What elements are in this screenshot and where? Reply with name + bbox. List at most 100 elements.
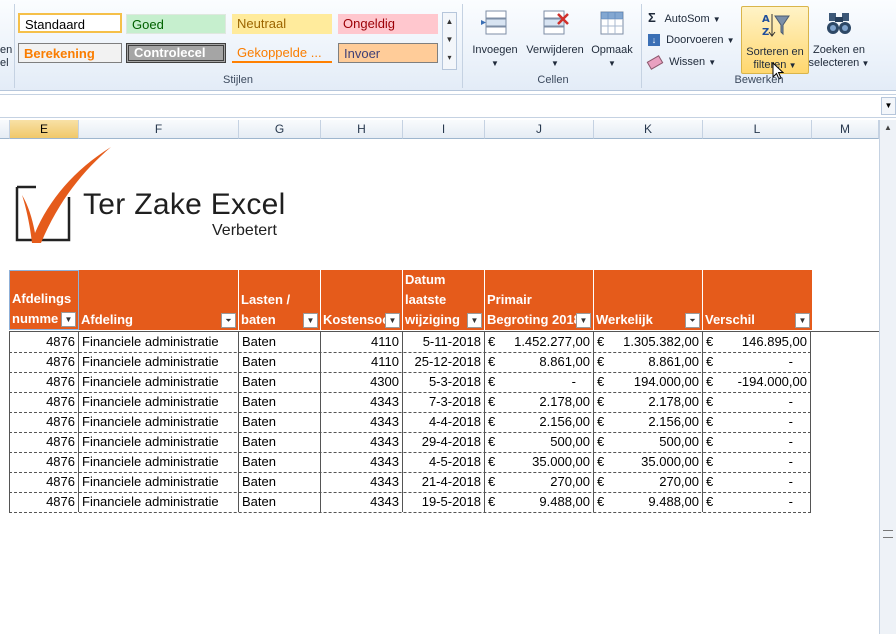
style-invoer[interactable]: Invoer	[338, 43, 438, 63]
cell-kostensoort[interactable]: 4110	[321, 332, 403, 352]
cell-datum[interactable]: 19-5-2018	[403, 492, 485, 512]
cell-begroting[interactable]: €500,00	[485, 432, 594, 452]
cell-verschil[interactable]: € -	[703, 452, 811, 472]
formula-bar[interactable]: ▼	[0, 94, 896, 118]
style-gekoppelde-cel[interactable]: Gekoppelde ...	[232, 43, 332, 63]
column-header-f[interactable]: F	[79, 120, 239, 139]
cell-lasten-baten[interactable]: Baten	[239, 372, 321, 392]
select-all-corner[interactable]	[0, 120, 10, 139]
cell-werkelijk[interactable]: €9.488,00	[594, 492, 703, 512]
cell-afdelingsnummer[interactable]: 4876	[9, 352, 79, 372]
cell-verschil[interactable]: €146.895,00	[703, 332, 811, 352]
chevron-down-icon[interactable]: ▼	[727, 36, 735, 45]
filter-dropdown-icon[interactable]: ▼	[385, 313, 400, 328]
cell-afdeling[interactable]: Financiele administratie	[79, 372, 239, 392]
cell-verschil[interactable]: € -	[703, 492, 811, 512]
cell-afdelingsnummer[interactable]: 4876	[9, 432, 79, 452]
cell-lasten-baten[interactable]: Baten	[239, 332, 321, 352]
cell-verschil[interactable]: € -	[703, 392, 811, 412]
chevron-down-icon[interactable]: ▼	[713, 15, 721, 24]
column-header-i[interactable]: I	[403, 120, 485, 139]
cell-werkelijk[interactable]: €35.000,00	[594, 452, 703, 472]
zoeken-selecteren-button[interactable]: Zoeken en selecteren ▼	[808, 8, 870, 70]
cell-werkelijk[interactable]: €270,00	[594, 472, 703, 492]
style-neutraal[interactable]: Neutraal	[232, 14, 332, 34]
chevron-down-icon[interactable]: ▼	[708, 58, 716, 67]
cell-verschil[interactable]: € -	[703, 412, 811, 432]
style-berekening[interactable]: Berekening	[18, 43, 122, 63]
cell-datum[interactable]: 25-12-2018	[403, 352, 485, 372]
column-header-l[interactable]: L	[703, 120, 812, 139]
column-header-k[interactable]: K	[594, 120, 703, 139]
cell-afdeling[interactable]: Financiele administratie	[79, 412, 239, 432]
cell-afdelingsnummer[interactable]: 4876	[9, 452, 79, 472]
cell-werkelijk[interactable]: €8.861,00	[594, 352, 703, 372]
column-header-e[interactable]: E	[10, 120, 79, 139]
cell-lasten-baten[interactable]: Baten	[239, 472, 321, 492]
cell-afdeling[interactable]: Financiele administratie	[79, 452, 239, 472]
cell-afdelingsnummer[interactable]: 4876	[9, 372, 79, 392]
cell-lasten-baten[interactable]: Baten	[239, 392, 321, 412]
cell-werkelijk[interactable]: €2.156,00	[594, 412, 703, 432]
style-ongeldig[interactable]: Ongeldig	[338, 14, 438, 34]
cell-datum[interactable]: 21-4-2018	[403, 472, 485, 492]
cell-lasten-baten[interactable]: Baten	[239, 492, 321, 512]
filter-dropdown-icon[interactable]: ▼	[576, 313, 591, 328]
cell-begroting[interactable]: €8.861,00	[485, 352, 594, 372]
cell-kostensoort[interactable]: 4300	[321, 372, 403, 392]
gallery-more-icon[interactable]: ▾	[443, 49, 456, 67]
filter-active-icon[interactable]: ⏷	[685, 313, 700, 328]
cell-begroting[interactable]: €2.178,00	[485, 392, 594, 412]
cell-afdelingsnummer[interactable]: 4876	[9, 472, 79, 492]
gallery-up-icon[interactable]: ▲	[443, 13, 456, 31]
filter-dropdown-icon[interactable]: ▼	[467, 313, 482, 328]
cell-begroting[interactable]: €35.000,00	[485, 452, 594, 472]
opmaak-button[interactable]: Opmaak ▼	[589, 8, 635, 70]
cell-datum[interactable]: 5-3-2018	[403, 372, 485, 392]
cell-kostensoort[interactable]: 4110	[321, 352, 403, 372]
filter-dropdown-icon[interactable]: ▼	[61, 312, 76, 327]
column-header-j[interactable]: J	[485, 120, 594, 139]
cell-afdelingsnummer[interactable]: 4876	[9, 392, 79, 412]
cell-begroting[interactable]: €9.488,00	[485, 492, 594, 512]
cell-afdelingsnummer[interactable]: 4876	[9, 492, 79, 512]
cell-datum[interactable]: 5-11-2018	[403, 332, 485, 352]
cell-afdeling[interactable]: Financiele administratie	[79, 492, 239, 512]
filter-dropdown-icon[interactable]: ▼	[795, 313, 810, 328]
cell-afdeling[interactable]: Financiele administratie	[79, 352, 239, 372]
cell-verschil[interactable]: € -	[703, 432, 811, 452]
split-handle-icon[interactable]	[883, 530, 893, 538]
cell-begroting[interactable]: €270,00	[485, 472, 594, 492]
style-goed[interactable]: Goed	[126, 14, 226, 34]
cell-werkelijk[interactable]: €2.178,00	[594, 392, 703, 412]
cell-lasten-baten[interactable]: Baten	[239, 352, 321, 372]
invoegen-button[interactable]: Invoegen ▼	[469, 8, 521, 70]
cell-begroting[interactable]: €1.452.277,00	[485, 332, 594, 352]
formula-bar-expand-icon[interactable]: ▼	[881, 97, 896, 115]
cell-lasten-baten[interactable]: Baten	[239, 412, 321, 432]
cell-afdeling[interactable]: Financiele administratie	[79, 332, 239, 352]
scroll-up-icon[interactable]: ▲	[880, 120, 896, 136]
cell-afdelingsnummer[interactable]: 4876	[9, 412, 79, 432]
cell-datum[interactable]: 4-4-2018	[403, 412, 485, 432]
cell-werkelijk[interactable]: €1.305.382,00	[594, 332, 703, 352]
cell-verschil[interactable]: € -	[703, 472, 811, 492]
cell-datum[interactable]: 7-3-2018	[403, 392, 485, 412]
cell-kostensoort[interactable]: 4343	[321, 412, 403, 432]
cell-kostensoort[interactable]: 4343	[321, 452, 403, 472]
cell-begroting[interactable]: € -	[485, 372, 594, 392]
cell-verschil[interactable]: € -	[703, 352, 811, 372]
ribbon-cutoff-button[interactable]: en el	[0, 44, 12, 70]
cell-verschil[interactable]: € -194.000,00	[703, 372, 811, 392]
cell-begroting[interactable]: €2.156,00	[485, 412, 594, 432]
cell-lasten-baten[interactable]: Baten	[239, 452, 321, 472]
vertical-scrollbar[interactable]: ▲	[879, 120, 896, 634]
style-controlecel[interactable]: Controlecel	[126, 43, 226, 63]
autosom-button[interactable]: Σ AutoSom ▼	[648, 9, 721, 27]
gallery-scroll[interactable]: ▲ ▼ ▾	[442, 12, 457, 70]
cell-datum[interactable]: 4-5-2018	[403, 452, 485, 472]
wissen-button[interactable]: Wissen ▼	[646, 53, 716, 71]
filter-active-icon[interactable]: ⏷	[221, 313, 236, 328]
cell-werkelijk[interactable]: €194.000,00	[594, 372, 703, 392]
cell-kostensoort[interactable]: 4343	[321, 472, 403, 492]
